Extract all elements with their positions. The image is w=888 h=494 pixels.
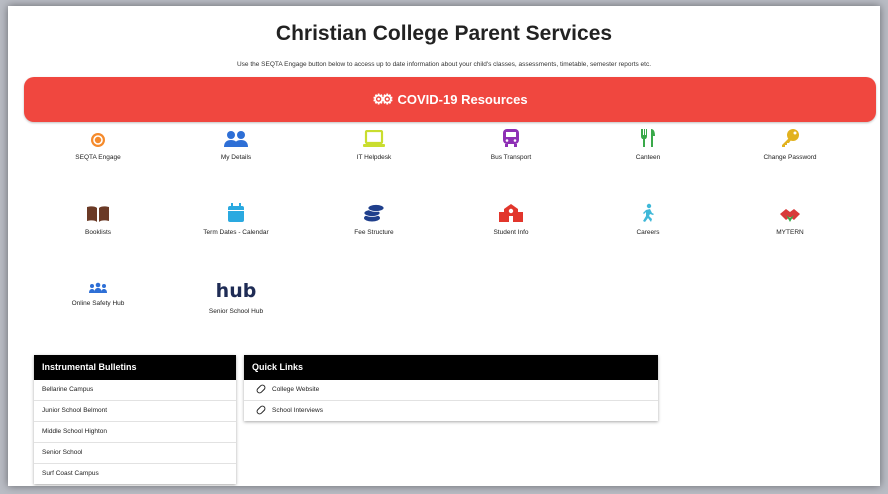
tile-label: IT Helpdesk bbox=[356, 154, 392, 161]
mytern-logo-icon bbox=[735, 201, 845, 223]
tile-seqta-engage[interactable]: SEQTA Engage bbox=[43, 126, 153, 161]
tile-online-safety-hub[interactable]: Online Safety Hub bbox=[43, 272, 153, 307]
tile-label: MYTERN bbox=[776, 229, 804, 236]
bulletin-link[interactable]: Middle School Highton bbox=[34, 422, 236, 443]
bulletin-link[interactable]: Senior School bbox=[34, 443, 236, 464]
laptop-icon bbox=[319, 126, 429, 148]
page-frame: Christian College Parent Services Use th… bbox=[8, 6, 880, 486]
tile-student-info[interactable]: Student Info bbox=[456, 201, 566, 236]
bulletin-link[interactable]: Surf Coast Campus bbox=[34, 464, 236, 484]
tile-change-password[interactable]: Change Password bbox=[735, 126, 845, 161]
tile-label: SEQTA Engage bbox=[75, 154, 121, 161]
quick-link-school-interviews[interactable]: School Interviews bbox=[244, 401, 658, 421]
tile-label: Change Password bbox=[763, 154, 817, 161]
instrumental-bulletins-panel: Instrumental Bulletins Bellarine Campus … bbox=[34, 355, 236, 484]
tile-careers[interactable]: Careers bbox=[593, 201, 703, 236]
bulletin-link[interactable]: Bellarine Campus bbox=[34, 380, 236, 401]
page-title: Christian College Parent Services bbox=[275, 22, 613, 45]
tile-senior-school-hub[interactable]: hub Senior School Hub bbox=[181, 276, 291, 315]
key-icon bbox=[735, 126, 845, 148]
bulletin-link[interactable]: Junior School Belmont bbox=[34, 401, 236, 422]
covid-resources-label: COVID-19 Resources bbox=[397, 92, 528, 107]
tile-label: Bus Transport bbox=[490, 154, 532, 161]
quick-link-college-website[interactable]: College Website bbox=[244, 380, 658, 401]
tile-label: Careers bbox=[636, 229, 660, 236]
calendar-icon bbox=[181, 201, 291, 223]
book-icon bbox=[43, 201, 153, 223]
seqta-logo-icon bbox=[43, 126, 153, 148]
quick-link-label: School Interviews bbox=[272, 407, 323, 414]
tile-it-helpdesk[interactable]: IT Helpdesk bbox=[319, 126, 429, 161]
running-person-icon bbox=[593, 201, 703, 223]
tile-mytern[interactable]: MYTERN bbox=[735, 201, 845, 236]
tile-label: Term Dates - Calendar bbox=[203, 229, 269, 236]
tile-term-dates[interactable]: Term Dates - Calendar bbox=[181, 201, 291, 236]
coins-icon bbox=[319, 201, 429, 223]
tile-label: Booklists bbox=[84, 229, 111, 236]
hub-logo-icon: hub bbox=[215, 280, 257, 302]
tile-my-details[interactable]: My Details bbox=[181, 126, 291, 161]
gears-icon: ⚙⚙ bbox=[372, 91, 393, 107]
tile-label: Online Safety Hub bbox=[71, 300, 125, 307]
quick-links-panel: Quick Links College Website School Inter… bbox=[244, 355, 658, 421]
tile-label: Fee Structure bbox=[354, 229, 394, 236]
users-icon bbox=[181, 126, 291, 148]
tile-bus-transport[interactable]: Bus Transport bbox=[456, 126, 566, 161]
tile-label: Student Info bbox=[493, 229, 529, 236]
link-icon bbox=[255, 383, 267, 395]
link-icon bbox=[255, 404, 267, 416]
tile-booklists[interactable]: Booklists bbox=[43, 201, 153, 236]
tile-canteen[interactable]: Canteen bbox=[593, 126, 703, 161]
page-subtitle: Use the SEQTA Engage button below to acc… bbox=[236, 61, 652, 68]
covid-resources-button[interactable]: ⚙⚙ COVID-19 Resources bbox=[24, 77, 876, 122]
school-icon bbox=[456, 201, 566, 223]
tile-label: Canteen bbox=[635, 154, 661, 161]
tile-label: Senior School Hub bbox=[208, 308, 264, 315]
utensils-icon bbox=[593, 126, 703, 148]
tile-label: My Details bbox=[220, 154, 252, 161]
panel-title: Quick Links bbox=[244, 355, 658, 380]
bus-icon bbox=[456, 126, 566, 148]
panel-title: Instrumental Bulletins bbox=[34, 355, 236, 380]
tile-fee-structure[interactable]: Fee Structure bbox=[319, 201, 429, 236]
quick-link-label: College Website bbox=[272, 386, 320, 393]
people-group-icon bbox=[43, 272, 153, 294]
